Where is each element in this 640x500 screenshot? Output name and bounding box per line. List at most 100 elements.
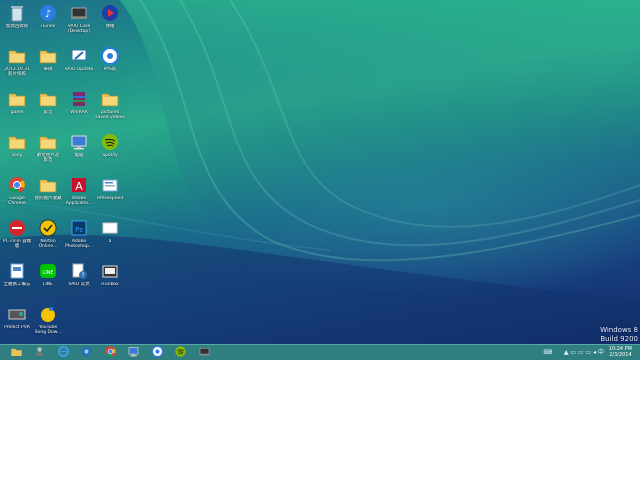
desktop-shortcut-label: 數位相片及 影音: [36, 153, 60, 163]
norton-icon: [38, 218, 58, 238]
vaio-update-icon: [69, 46, 89, 66]
desktop-shortcut[interactable]: 博播: [95, 3, 125, 43]
winrar-icon: [69, 89, 89, 109]
desktop-shortcut-label: 全體員工備忘: [3, 282, 31, 287]
taskbar-windows-media-button[interactable]: [79, 346, 95, 359]
desktop-shortcut-label: Google Chrome: [8, 196, 26, 206]
desktop-shortcut[interactable]: sony: [2, 132, 32, 172]
computer-icon: [69, 132, 89, 152]
youtube-downloader-icon: [38, 304, 58, 324]
desktop-shortcut[interactable]: Ps Adobe Photoshop...: [64, 218, 94, 258]
svg-text:♪: ♪: [45, 9, 51, 20]
desktop-shortcut[interactable]: Google Chrome: [2, 175, 32, 215]
file-explorer-icon: [10, 343, 23, 360]
desktop-shortcut-label: 資源回收筒: [5, 24, 29, 29]
spotify-icon: [100, 132, 120, 152]
desktop-shortcut[interactable]: 數位相片及 影音: [33, 132, 63, 172]
desktop-shortcut[interactable]: Norton Online...: [33, 218, 63, 258]
desktop-shortcut[interactable]: 電腦: [64, 132, 94, 172]
desktop-shortcut[interactable]: 影音: [33, 89, 63, 129]
desktop-shortcut[interactable]: 我的圖片收藏: [33, 175, 63, 215]
desktop-shortcut[interactable]: a: [95, 218, 125, 258]
taskbar-spotify-button[interactable]: [173, 346, 189, 359]
desktop-shortcut[interactable]: A Adobe Applicatio...: [64, 175, 94, 215]
keyboard-input-icon[interactable]: ⌨: [543, 348, 552, 357]
folder-icon: [38, 46, 58, 66]
taskbar-internet-explorer-button[interactable]: [55, 343, 71, 360]
blank-file-icon: [100, 218, 120, 238]
desktop-shortcut[interactable]: VAIO Update: [64, 46, 94, 86]
desktop-shortcut[interactable]: WinRAR: [64, 89, 94, 129]
desktop-shortcut[interactable]: 2013.10.31 影片快照: [2, 46, 32, 86]
svg-text:Ps: Ps: [75, 226, 83, 234]
pvr-icon: [7, 304, 27, 324]
desktop-shortcut[interactable]: ? VAIO 常見: [64, 261, 94, 301]
desktop-shortcut-label: LINE: [42, 282, 54, 287]
desktop-shortcut-label: game: [10, 110, 24, 115]
system-tray-icons[interactable]: ▲ ▭ ▭ ▭ ◂ 中: [564, 348, 604, 357]
folder-icon: [38, 132, 58, 152]
pps-icon: [100, 46, 120, 66]
taskbar-remote-desktop-button[interactable]: [126, 346, 142, 359]
taskbar-vaio-button[interactable]: [196, 346, 212, 359]
desktop-shortcut[interactable]: 全體員工備忘: [2, 261, 32, 301]
desktop-shortcut[interactable]: ♪ iTunes: [33, 3, 63, 43]
taskbar-chrome-button[interactable]: [102, 346, 118, 359]
pps-icon: [151, 343, 164, 360]
desktop-shortcut[interactable]: Predict PVR: [2, 304, 32, 344]
desktop-shortcut-label: sony: [11, 153, 23, 158]
desktop-shortcut[interactable]: game: [2, 89, 32, 129]
desktop-shortcut-label: Adobe Applicatio...: [65, 196, 93, 206]
desktop-shortcut[interactable]: VAIO Care (Desktop): [64, 3, 94, 43]
desktop-shortcut[interactable]: 華碩: [33, 46, 63, 86]
shortcut-icon: [7, 261, 27, 281]
desktop-shortcut-label: a: [108, 239, 112, 244]
desktop-shortcut[interactable]: YouTube Song Dow...: [33, 304, 63, 344]
spotify-icon: [174, 343, 187, 360]
taskbar: ⌨ ▲ ▭ ▭ ▭ ◂ 中 10:24 PM 2/3/2014: [0, 344, 640, 360]
desktop-shortcut-label: 博播: [105, 24, 115, 29]
internet-explorer-icon: [57, 343, 70, 360]
desktop-shortcut-label: pictures saved videos: [95, 110, 125, 120]
vaio-care-icon: [69, 3, 89, 23]
pccillin-icon: [7, 218, 27, 238]
desktop-shortcut[interactable]: pictures saved videos: [95, 89, 125, 129]
folder-icon: [38, 175, 58, 195]
remote-desktop-icon: [127, 343, 140, 360]
desktop-shortcut-label: reflexspeed: [96, 196, 124, 201]
svg-text:?: ?: [81, 272, 84, 279]
desktop-shortcut[interactable]: PC-cillin 雲端 版: [2, 218, 32, 258]
desktop-shortcut-label: 我的圖片收藏: [34, 196, 62, 201]
desktop-screen: 資源回收筒 ♪ iTunes VAIO Care (Desktop) 博播 2013.10…: [0, 0, 640, 360]
desktop-shortcut[interactable]: Spotify: [95, 132, 125, 172]
folder-icon: [7, 132, 27, 152]
photoshop-icon: Ps: [69, 218, 89, 238]
desktop-shortcut[interactable]: iFunbox: [95, 261, 125, 301]
desktop-shortcut[interactable]: reflexspeed: [95, 175, 125, 215]
desktop-shortcut-label: Spotify: [102, 153, 118, 158]
taskbar-file-explorer-button[interactable]: [8, 346, 24, 359]
desktop-shortcut-label: VAIO Care (Desktop): [67, 24, 91, 34]
svg-text:LINE: LINE: [42, 270, 53, 276]
desktop-shortcut[interactable]: PPS影: [95, 46, 125, 86]
chrome-icon: [7, 175, 27, 195]
windows-build-line1: Windows 8: [600, 326, 638, 334]
vaio-help-icon: ?: [69, 261, 89, 281]
clock-date: 2/3/2014: [609, 352, 632, 358]
chrome-icon: [104, 343, 117, 360]
taskbar-user-tile-button[interactable]: [32, 346, 48, 359]
taskbar-pps-button[interactable]: [149, 343, 165, 360]
desktop-shortcut-label: 影音: [43, 110, 53, 115]
media-player-icon: [100, 3, 120, 23]
svg-text:A: A: [75, 180, 83, 193]
folder-icon: [7, 89, 27, 109]
desktop-shortcut-label: Adobe Photoshop...: [65, 239, 93, 249]
line-icon: LINE: [38, 261, 58, 281]
desktop-shortcut[interactable]: LINE LINE: [33, 261, 63, 301]
desktop-shortcut-label: WinRAR: [70, 110, 88, 115]
taskbar-clock[interactable]: 10:24 PM 2/3/2014: [609, 346, 632, 358]
folder-icon: [100, 89, 120, 109]
desktop-shortcut[interactable]: 資源回收筒: [2, 3, 32, 43]
itunes-icon: ♪: [38, 3, 58, 23]
desktop-shortcut-label: VAIO 常見: [68, 282, 90, 287]
